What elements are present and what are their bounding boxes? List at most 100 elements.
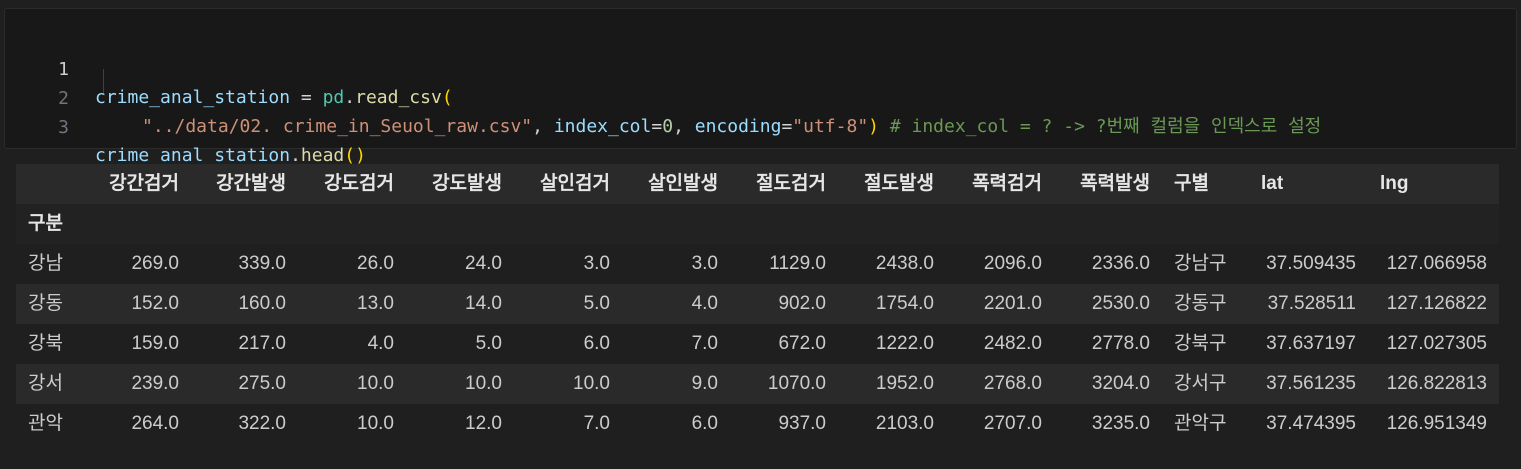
- table-row: 강동 152.0 160.0 13.0 14.0 5.0 4.0 902.0 1…: [16, 284, 1499, 324]
- table-row: 강북 159.0 217.0 4.0 5.0 6.0 7.0 672.0 122…: [16, 324, 1499, 364]
- table-cell: 10.0: [465, 373, 502, 394]
- token-operator: =: [651, 116, 663, 137]
- column-header: 강도발생: [432, 173, 502, 194]
- table-cell: 3.0: [691, 253, 718, 274]
- table-cell: 4.0: [367, 333, 394, 354]
- table-header-row: 강간검거 강간발생 강도검거 강도발생 살인검거 살인발생 절도검거 절도발생 …: [16, 164, 1499, 204]
- token-param: index_col: [553, 116, 652, 137]
- token-paren: ): [868, 116, 879, 137]
- token-module: pd: [322, 87, 345, 108]
- table-cell: 2201.0: [983, 293, 1042, 314]
- row-index: 강서: [28, 373, 63, 394]
- code-line-3: 3 crime_anal_station.head(): [5, 86, 366, 166]
- output-dataframe: 강간검거 강간발생 강도검거 강도발생 살인검거 살인발생 절도검거 절도발생 …: [16, 164, 1499, 444]
- table-cell: 9.0: [691, 373, 718, 394]
- column-header: 강간검거: [109, 173, 179, 194]
- code-cell[interactable]: 1 crime_anal_station = pd.read_csv( 2 ".…: [4, 8, 1517, 166]
- column-header: 폭력발생: [1080, 173, 1150, 194]
- table-cell: 10.0: [357, 413, 394, 434]
- table-cell: 관악구: [1174, 413, 1227, 434]
- column-header: lat: [1261, 173, 1284, 194]
- column-header: 절도발생: [864, 173, 934, 194]
- token-operator: =: [290, 87, 323, 108]
- table-cell: 1070.0: [767, 373, 826, 394]
- table-cell: 127.066958: [1386, 253, 1487, 274]
- row-index: 강북: [28, 333, 63, 354]
- table-cell: 339.0: [238, 253, 286, 274]
- table-cell: 126.822813: [1386, 373, 1487, 394]
- table-cell: 127.126822: [1386, 293, 1487, 314]
- row-index: 강남: [28, 253, 63, 274]
- table-row: 강서 239.0 275.0 10.0 10.0 10.0 9.0 1070.0…: [16, 364, 1499, 404]
- table-cell: 160.0: [238, 293, 286, 314]
- token-comma: ,: [673, 116, 695, 137]
- table-cell: 2530.0: [1091, 293, 1150, 314]
- table-cell: 672.0: [778, 333, 826, 354]
- table-cell: 902.0: [778, 293, 826, 314]
- token-operator: =: [781, 116, 793, 137]
- token-variable: crime_anal_station: [95, 87, 291, 108]
- token-string: "utf-8": [792, 116, 869, 137]
- table-cell: 2482.0: [983, 333, 1042, 354]
- notebook-page: 1 crime_anal_station = pd.read_csv( 2 ".…: [0, 0, 1521, 469]
- column-header: 절도검거: [756, 173, 826, 194]
- table-cell: 37.509435: [1266, 253, 1356, 274]
- table-cell: 264.0: [131, 413, 179, 434]
- token-comment: # index_col = ? -> ?번째 컬럼을 인덱스로 설정: [879, 116, 1322, 137]
- token-variable: crime_anal_station: [95, 145, 291, 166]
- table-cell: 강동구: [1174, 293, 1227, 314]
- column-header: lng: [1380, 173, 1409, 194]
- table-cell: 3235.0: [1091, 413, 1150, 434]
- table-cell: 2336.0: [1091, 253, 1150, 274]
- table-cell: 152.0: [131, 293, 179, 314]
- table-cell: 127.027305: [1386, 333, 1487, 354]
- token-function: head: [300, 145, 345, 166]
- table-cell: 217.0: [238, 333, 286, 354]
- code-text[interactable]: crime_anal_station = pd.read_csv(: [95, 84, 453, 112]
- column-header: 살인발생: [648, 173, 718, 194]
- table-cell: 2096.0: [983, 253, 1042, 274]
- table-row: 관악 264.0 322.0 10.0 12.0 7.0 6.0 937.0 2…: [16, 404, 1499, 444]
- table-cell: 126.951349: [1386, 413, 1487, 434]
- table-cell: 강남구: [1174, 253, 1227, 274]
- code-text[interactable]: "../data/02. crime_in_Seuol_raw.csv", in…: [142, 113, 1321, 141]
- index-name-row: 구분: [16, 204, 1499, 244]
- table-cell: 7.0: [583, 413, 610, 434]
- table-cell: 2778.0: [1091, 333, 1150, 354]
- table-cell: 2768.0: [983, 373, 1042, 394]
- table-cell: 1952.0: [875, 373, 934, 394]
- table-cell: 6.0: [583, 333, 610, 354]
- row-index: 강동: [28, 293, 63, 314]
- table-cell: 6.0: [691, 413, 718, 434]
- table-cell: 10.0: [357, 373, 394, 394]
- table-cell: 1129.0: [769, 253, 826, 274]
- table-cell: 강서구: [1174, 373, 1227, 394]
- table-cell: 1754.0: [875, 293, 934, 314]
- table-cell: 937.0: [778, 413, 826, 434]
- index-name: 구분: [28, 213, 63, 234]
- table-cell: 12.0: [465, 413, 502, 434]
- table-cell: 24.0: [465, 253, 502, 274]
- table-cell: 7.0: [691, 333, 718, 354]
- table-cell: 37.528511: [1267, 293, 1356, 314]
- table-cell: 3.0: [583, 253, 610, 274]
- table-cell: 3204.0: [1091, 373, 1150, 394]
- token-dot: .: [344, 87, 356, 108]
- table-cell: 37.561235: [1266, 373, 1356, 394]
- code-line-2: 2 "../data/02. crime_in_Seuol_raw.csv", …: [5, 57, 1321, 137]
- table-cell: 10.0: [573, 373, 610, 394]
- column-header: 구별: [1174, 173, 1209, 194]
- token-string: "../data/02. crime_in_Seuol_raw.csv": [142, 116, 533, 137]
- table-cell: 26.0: [357, 253, 394, 274]
- table-cell: 275.0: [238, 373, 286, 394]
- token-comma: ,: [532, 116, 554, 137]
- table-cell: 강북구: [1174, 333, 1227, 354]
- table-cell: 239.0: [131, 373, 179, 394]
- table-cell: 37.474395: [1266, 413, 1356, 434]
- column-header: 살인검거: [540, 173, 610, 194]
- row-index: 관악: [28, 413, 63, 434]
- table-cell: 5.0: [583, 293, 610, 314]
- column-header: 강간발생: [216, 173, 286, 194]
- line-number: 3: [58, 117, 69, 138]
- table-cell: 14.0: [465, 293, 502, 314]
